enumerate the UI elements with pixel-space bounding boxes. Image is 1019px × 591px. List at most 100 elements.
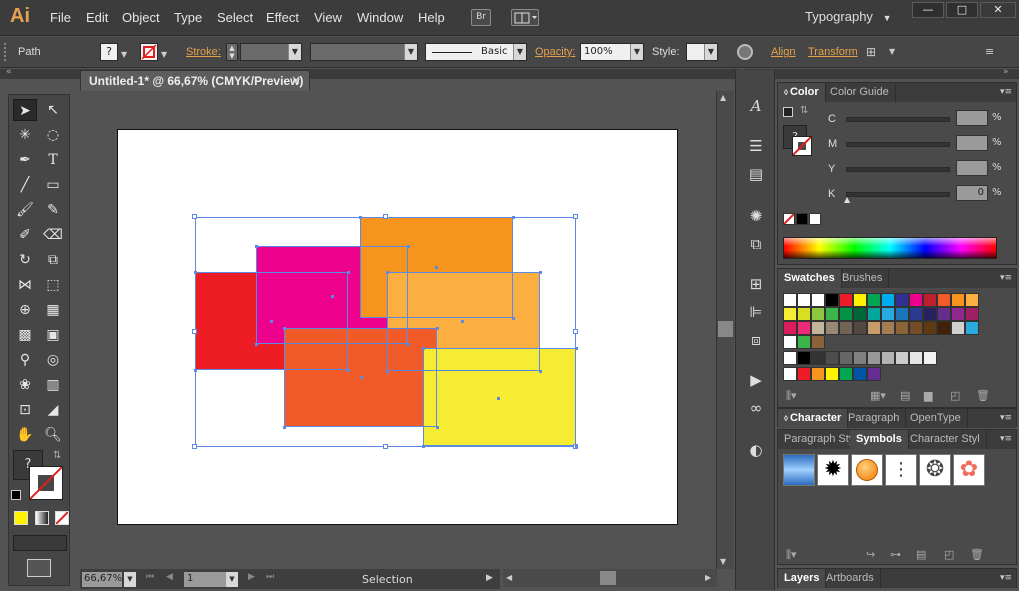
swatch[interactable]	[853, 321, 867, 335]
swatch[interactable]	[909, 293, 923, 307]
swatch[interactable]	[853, 293, 867, 307]
next-page-icon[interactable]: ▶	[248, 572, 255, 582]
channel-k-field[interactable]: 0	[956, 185, 988, 201]
resize-handle[interactable]	[383, 214, 388, 219]
column-graph-tool-icon[interactable]: ▥	[41, 374, 65, 396]
menu-view[interactable]: View	[314, 10, 342, 25]
fill-swatch[interactable]: ?	[100, 43, 118, 61]
gradient-panel-icon[interactable]: ▤	[746, 164, 766, 184]
swatch[interactable]	[965, 307, 979, 321]
stroke-swatch[interactable]	[140, 43, 158, 61]
resize-handle[interactable]	[383, 444, 388, 449]
swatch[interactable]	[839, 307, 853, 321]
artboard-tool-icon[interactable]: ⊡	[13, 399, 37, 421]
channel-y-slider[interactable]	[846, 167, 950, 172]
channel-m-field[interactable]	[956, 135, 988, 151]
swatch[interactable]	[797, 351, 811, 365]
delete-swatch-icon[interactable]: 🗑︎	[976, 389, 990, 402]
swatch[interactable]	[783, 335, 797, 349]
swatch[interactable]	[881, 321, 895, 335]
collapse-icon[interactable]: »	[1003, 67, 1009, 77]
blob-brush-tool-icon[interactable]: ✐	[13, 224, 37, 246]
swatch-libraries-icon[interactable]: ⫼▾	[786, 389, 797, 403]
swatch[interactable]	[895, 321, 909, 335]
bridge-button[interactable]: Br	[471, 9, 491, 26]
scroll-left-icon[interactable]: ◀	[506, 573, 512, 582]
channel-m-slider[interactable]	[846, 142, 950, 147]
swatch[interactable]	[909, 321, 923, 335]
swatch[interactable]	[811, 351, 825, 365]
scroll-thumb[interactable]	[718, 321, 733, 337]
symbol-orange-button[interactable]	[851, 454, 883, 486]
anchor-point[interactable]	[407, 343, 410, 346]
chevron-down-icon[interactable]: ▼	[889, 47, 895, 56]
graphic-style-swatch[interactable]: ▼	[686, 43, 718, 61]
anchor-point[interactable]	[359, 216, 362, 219]
swatch[interactable]	[853, 367, 867, 381]
align-panel-icon[interactable]: ⊫	[746, 302, 766, 322]
horizontal-scrollbar[interactable]: ◀ ▶	[503, 569, 717, 587]
anchor-point[interactable]	[194, 271, 197, 274]
swatch[interactable]	[881, 351, 895, 365]
white-swatch[interactable]	[809, 213, 821, 225]
panel-menu-icon[interactable]: ▾≡	[1000, 413, 1012, 423]
swatch[interactable]	[853, 351, 867, 365]
swatch[interactable]	[937, 307, 951, 321]
swatch[interactable]	[811, 307, 825, 321]
swatch[interactable]	[951, 321, 965, 335]
symbol-libraries-icon[interactable]: ⫼▾	[786, 548, 797, 562]
anchor-point[interactable]	[347, 369, 350, 372]
anchor-point[interactable]	[283, 426, 286, 429]
swatch[interactable]	[839, 321, 853, 335]
new-symbol-icon[interactable]: ◰	[944, 548, 954, 561]
pen-tool-icon[interactable]: ✒	[13, 149, 37, 171]
swatch[interactable]	[867, 307, 881, 321]
swatch[interactable]	[839, 367, 853, 381]
tab-brushes[interactable]: Brushes	[836, 269, 890, 288]
slider-thumb-icon[interactable]: ▲	[844, 195, 850, 204]
symbol-dotted-frame[interactable]: ⋮	[885, 454, 917, 486]
anchor-point[interactable]	[422, 445, 425, 448]
new-swatch-icon[interactable]: ◰	[950, 389, 960, 402]
stroke-box[interactable]	[29, 466, 63, 500]
menu-effect[interactable]: Effect	[266, 10, 299, 25]
channel-c-slider[interactable]	[846, 117, 950, 122]
links-icon[interactable]: ∞	[746, 398, 766, 418]
anchor-point[interactable]	[512, 317, 515, 320]
anchor-point[interactable]	[283, 327, 286, 330]
chevron-down-icon[interactable]: ▼	[404, 44, 417, 60]
blend-tool-icon[interactable]: ◎	[41, 349, 65, 371]
magic-wand-tool-icon[interactable]: ✳	[13, 124, 37, 146]
swatch[interactable]	[895, 307, 909, 321]
maximize-button[interactable]: □	[946, 2, 978, 18]
panel-menu-icon[interactable]: ▾≡	[1000, 87, 1012, 97]
menu-edit[interactable]: Edit	[86, 10, 108, 25]
panel-menu-icon[interactable]: ▾≡	[1000, 273, 1012, 283]
swatch[interactable]	[867, 367, 881, 381]
last-page-icon[interactable]: ⏭	[266, 572, 274, 582]
show-swatch-kinds-icon[interactable]: ▦▾	[870, 389, 886, 402]
anchor-point[interactable]	[575, 445, 578, 448]
symbol-blue-banner[interactable]	[783, 454, 815, 486]
swatch[interactable]	[965, 321, 979, 335]
swatch[interactable]	[811, 321, 825, 335]
transparency-icon[interactable]: ◐	[746, 440, 766, 460]
swatch-options-icon[interactable]: ▤	[900, 389, 910, 402]
swatch[interactable]	[783, 351, 797, 365]
slice-tool-icon[interactable]: ◢	[41, 399, 65, 421]
resize-handle[interactable]	[192, 444, 197, 449]
actions-icon[interactable]: ▶	[746, 370, 766, 390]
swatch[interactable]	[937, 321, 951, 335]
scroll-right-icon[interactable]: ▶	[705, 573, 711, 582]
swatch[interactable]	[951, 307, 965, 321]
rectangle-tool-icon[interactable]: ▭	[41, 174, 65, 196]
chevron-down-icon[interactable]: ▼	[121, 50, 127, 59]
delete-symbol-icon[interactable]: 🗑︎	[970, 548, 984, 561]
color-spectrum[interactable]	[783, 237, 997, 259]
swatch[interactable]	[797, 367, 811, 381]
current-tool-label[interactable]: Selection	[362, 573, 413, 586]
shape-builder-tool-icon[interactable]: ⊕	[13, 299, 37, 321]
glyphs-icon[interactable]: A	[746, 96, 766, 116]
anchor-point[interactable]	[512, 216, 515, 219]
tab-paragraph[interactable]: Paragraph	[842, 409, 907, 428]
